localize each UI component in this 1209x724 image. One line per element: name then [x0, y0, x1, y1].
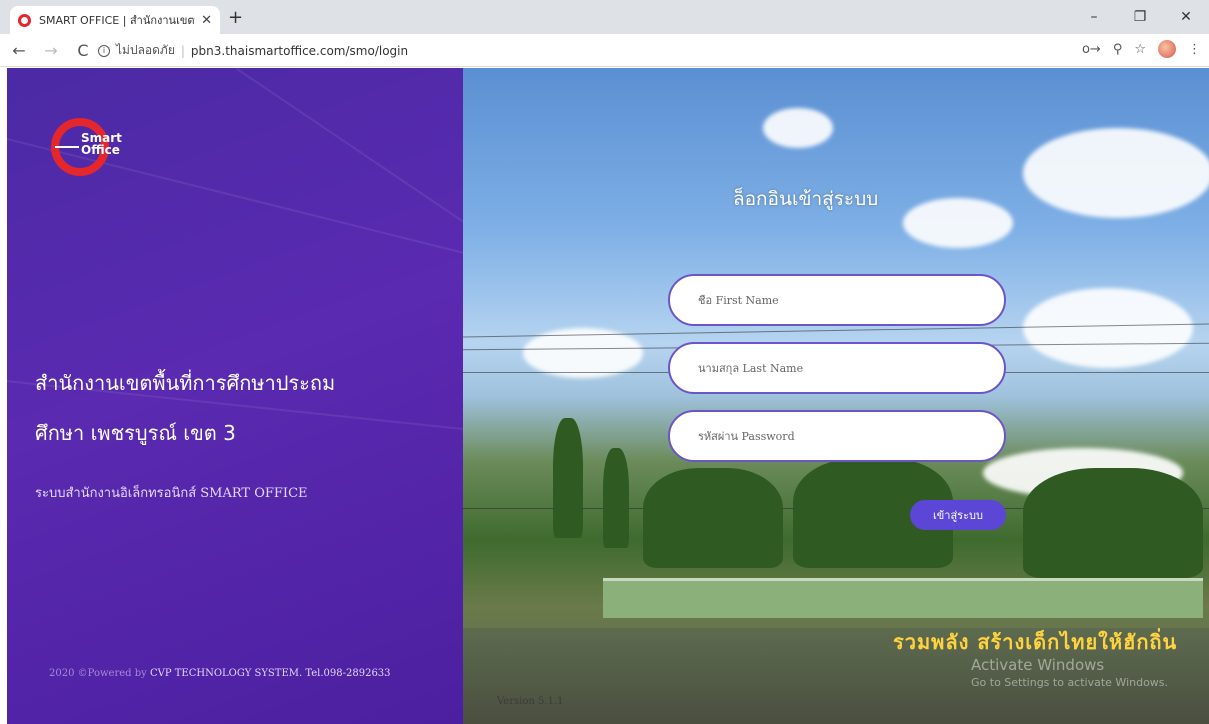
last-name-field[interactable] — [668, 342, 1006, 394]
cloud — [763, 108, 833, 148]
tab-close-icon[interactable]: ✕ — [201, 13, 212, 28]
cloud — [1023, 288, 1193, 368]
school-sign-text: รวมพลัง สร้างเด็กไทยให้ฮักถิ่น — [893, 630, 1178, 654]
cloud — [1023, 128, 1209, 218]
login-button[interactable]: เข้าสู่ระบบ — [910, 500, 1006, 530]
profile-avatar[interactable] — [1158, 40, 1176, 58]
zoom-icon[interactable]: ⚲ — [1113, 42, 1123, 57]
security-indicator[interactable]: ไม่ปลอดภัย — [116, 41, 175, 60]
new-tab-icon[interactable]: + — [228, 7, 243, 28]
address-bar-icons: o→ ⚲ ☆ ⋮ — [1082, 40, 1201, 58]
tab-title: SMART OFFICE | สำนักงานเขตพื้นที่ — [39, 14, 195, 27]
footer-credit: 2020 ©Powered by CVP TECHNOLOGY SYSTEM. … — [49, 668, 391, 679]
cloud — [903, 198, 1013, 248]
first-name-field[interactable] — [668, 274, 1006, 326]
system-subtitle: ระบบสำนักงานอิเล็กทรอนิกส์ SMART OFFICE — [35, 486, 308, 501]
site-favicon-icon — [18, 13, 31, 27]
watermark-subtitle: Go to Settings to activate Windows. — [971, 676, 1169, 689]
reload-icon[interactable]: C — [70, 41, 96, 60]
back-icon[interactable]: ← — [6, 41, 32, 60]
forward-icon[interactable]: → — [38, 41, 64, 60]
tree — [1023, 468, 1203, 578]
first-name-input[interactable] — [698, 293, 978, 307]
footer-prefix: 2020 ©Powered by — [49, 668, 147, 679]
watermark-title: Activate Windows — [971, 656, 1105, 674]
url-separator: | — [180, 43, 185, 58]
minimize-button[interactable]: – — [1071, 0, 1117, 34]
browser-tab-bar: SMART OFFICE | สำนักงานเขตพื้นที่ ✕ + – … — [0, 0, 1209, 34]
login-background-photo: รวมพลัง สร้างเด็กไทยให้ฮักถิ่น ล็อกอินเข… — [463, 68, 1209, 724]
office-title-line-2: ศึกษา เพชรบูรณ์ เขต 3 — [35, 421, 236, 445]
restore-button[interactable]: ❐ — [1117, 0, 1163, 34]
activate-windows-watermark: Activate Windows Go to Settings to activ… — [971, 656, 1168, 692]
bookmark-star-icon[interactable]: ☆ — [1134, 42, 1146, 57]
last-name-input[interactable] — [698, 361, 978, 375]
logo-text: Smart Office — [81, 132, 122, 156]
decorative-line — [236, 68, 463, 249]
version-label: Version 5.1.1 — [497, 696, 564, 707]
smart-office-logo: Smart Office — [51, 118, 122, 176]
tree — [603, 448, 629, 548]
logo-line — [55, 146, 79, 148]
browser-tab[interactable]: SMART OFFICE | สำนักงานเขตพื้นที่ ✕ — [10, 6, 220, 34]
info-icon[interactable]: i — [98, 44, 110, 57]
footer-brand: CVP TECHNOLOGY SYSTEM. Tel.098-2892633 — [149, 668, 391, 679]
office-title: สำนักงานเขตพื้นที่การศึกษาประถม ศึกษา เพ… — [35, 358, 455, 458]
key-icon[interactable]: o→ — [1082, 42, 1101, 57]
address-bar: ← → C i ไม่ปลอดภัย | pbn3.thaismartoffic… — [0, 34, 1209, 67]
logo-text-office: Office — [81, 143, 120, 157]
url-text[interactable]: pbn3.thaismartoffice.com/smo/login — [191, 44, 408, 58]
password-field[interactable] — [668, 410, 1006, 462]
tree — [553, 418, 583, 538]
url-field[interactable]: i ไม่ปลอดภัย | pbn3.thaismartoffice.com/… — [98, 38, 1048, 63]
close-window-button[interactable]: ✕ — [1163, 0, 1209, 34]
password-input[interactable] — [698, 429, 978, 443]
login-title: ล็อกอินเข้าสู่ระบบ — [733, 188, 879, 210]
school-fence — [603, 578, 1203, 618]
window-controls: – ❐ ✕ — [1071, 0, 1209, 34]
left-info-panel: Smart Office สำนักงานเขตพื้นที่การศึกษาป… — [7, 68, 463, 724]
office-title-line-1: สำนักงานเขตพื้นที่การศึกษาประถม — [35, 371, 336, 395]
tree — [643, 468, 783, 568]
browser-menu-icon[interactable]: ⋮ — [1188, 42, 1201, 57]
